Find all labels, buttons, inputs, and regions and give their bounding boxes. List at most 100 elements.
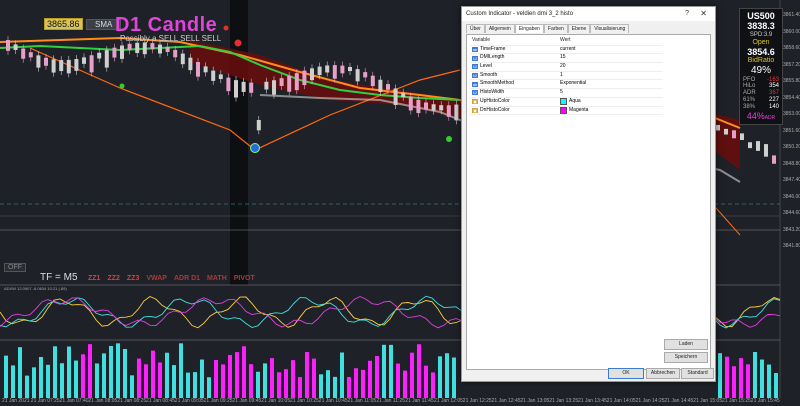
input-value[interactable]: Magenta: [569, 107, 588, 115]
y-tick-label: 3857.20: [783, 61, 800, 68]
info-adr-pct: 44%ADR: [746, 110, 776, 121]
histogram-bar: [732, 366, 736, 398]
x-tick-label: 21 Jan 14:05: [606, 398, 636, 404]
input-value[interactable]: current: [560, 46, 576, 54]
chart-subtitle: Possibly a SELL SELL SELL: [120, 34, 222, 43]
x-tick-label: 21 Jan 15:45: [750, 398, 780, 404]
histogram-bar: [32, 367, 36, 398]
histogram-bar: [88, 344, 92, 398]
off-button[interactable]: OFF: [4, 263, 26, 272]
x-tick-label: 21 Jan 13:25: [549, 398, 579, 404]
tool-zz2[interactable]: ZZ2: [107, 275, 119, 282]
histogram-bar: [11, 365, 15, 398]
histogram-bar: [39, 356, 43, 398]
histogram-bar: [151, 350, 155, 398]
x-tick-label: 21 Jan 09:45: [232, 398, 262, 404]
x-tick-label: 21 Jan 12:45: [491, 398, 521, 404]
dialog-title: Custom Indicator - veldien dmi 3_2 histo: [462, 7, 715, 21]
input-row[interactable]: 12 HistoWidth 5: [470, 89, 663, 98]
histogram-bar: [312, 358, 316, 398]
input-row[interactable]: 12 Level 20: [470, 63, 663, 72]
custom-indicator-dialog: Custom Indicator - veldien dmi 3_2 histo…: [461, 6, 716, 382]
input-row[interactable]: ab TimeFrame current: [470, 46, 663, 55]
dialog-tabs: Über Allgemein Eingaben Farben Ebene Vis…: [466, 24, 630, 33]
histogram-bar: [389, 344, 393, 398]
help-button[interactable]: ?: [685, 7, 689, 21]
tool-math[interactable]: MATH: [207, 275, 227, 282]
load-button[interactable]: Laden: [664, 339, 708, 350]
histogram-bar: [753, 351, 757, 398]
x-tick-label: 21 Jan 13:05: [520, 398, 550, 404]
info-row: ADR 367: [743, 90, 779, 97]
ok-button[interactable]: OK: [608, 368, 644, 379]
x-tick-label: 21 Jan 12:25: [462, 398, 492, 404]
histogram-bar: [445, 353, 449, 398]
tool-vwap[interactable]: VWAP: [146, 275, 167, 282]
cancel-button[interactable]: Abbrechen: [646, 368, 680, 379]
input-row[interactable]: ab SmoothMethod Exponential: [470, 80, 663, 90]
tool-pivot[interactable]: PIVOT: [234, 275, 255, 282]
save-button[interactable]: Speichern: [664, 352, 708, 363]
histogram-bar: [739, 358, 743, 398]
string-type-icon: ab: [472, 47, 478, 53]
histogram-bar: [340, 352, 344, 398]
input-row[interactable]: 12 Smooth 1: [470, 72, 663, 81]
tab-about[interactable]: Über: [466, 24, 485, 33]
candle: [772, 155, 776, 164]
candle: [740, 133, 744, 141]
histogram-bar: [46, 364, 50, 398]
histogram-bar: [305, 352, 309, 398]
input-row[interactable]: ▣ UpHistoColor Aqua: [470, 98, 663, 107]
histogram-bar: [774, 373, 778, 398]
input-value[interactable]: Exponential: [560, 80, 586, 88]
col-value: Wert: [560, 37, 571, 43]
candle: [732, 130, 736, 139]
y-tick-label: 3847.40: [783, 177, 800, 183]
input-row[interactable]: 12 DMILength 15: [470, 54, 663, 64]
y-tick-label: 3861.40: [783, 12, 800, 18]
input-value[interactable]: 5: [560, 89, 563, 97]
histogram-bar: [158, 362, 162, 398]
x-tick-label: 21 Jan 07:25: [30, 398, 60, 404]
y-tick-label: 3851.60: [783, 127, 800, 134]
histogram-bar: [291, 360, 295, 398]
histogram-bar: [200, 359, 204, 398]
color-type-icon: ▣: [472, 99, 478, 105]
histogram-bar: [81, 354, 85, 398]
candle: [748, 142, 752, 149]
histogram-bar: [396, 363, 400, 398]
tool-zz3[interactable]: ZZ3: [127, 275, 139, 282]
histogram-bar: [403, 370, 407, 398]
histogram-bar: [354, 368, 358, 398]
histogram-bar: [144, 364, 148, 398]
tab-visualization[interactable]: Visualisierung: [590, 24, 630, 33]
input-value[interactable]: 20: [560, 63, 566, 71]
x-tick-label: 21 Jan 08:05: [88, 398, 118, 404]
tab-general[interactable]: Allgemein: [484, 24, 515, 33]
y-tick-label: 3843.20: [783, 226, 800, 233]
default-button[interactable]: Standard: [681, 368, 714, 379]
signal-dot-blue: [250, 143, 260, 153]
tab-colors[interactable]: Farben: [543, 24, 568, 33]
input-value[interactable]: 15: [560, 54, 566, 62]
x-tick-label: 21 Jan 07:40: [59, 398, 89, 404]
tool-zz1[interactable]: ZZ1: [88, 275, 100, 282]
input-value[interactable]: Aqua: [569, 98, 581, 106]
input-name: UpHistoColor: [480, 97, 510, 104]
close-button[interactable]: ✕: [700, 7, 707, 21]
histogram-bar: [375, 356, 379, 398]
histogram-bar: [18, 347, 22, 398]
histogram-bar: [60, 363, 64, 398]
input-name: TimeFrame: [480, 45, 506, 52]
tab-levels[interactable]: Ebene: [567, 24, 591, 33]
x-tick-label: 21 Jan 14:25: [635, 398, 665, 404]
tool-adr-d1[interactable]: ADR D1: [174, 275, 200, 282]
info-price: 3838.3: [747, 21, 775, 32]
input-value[interactable]: 1: [560, 72, 563, 80]
input-row[interactable]: ▣ DnHistoColor Magenta: [470, 107, 663, 116]
x-tick-label: 21 Jan 15:25: [722, 398, 751, 404]
x-tick-label: 21 Jan 08:25: [117, 398, 147, 404]
tab-inputs[interactable]: Eingaben: [514, 24, 544, 33]
y-tick-label: 3858.60: [783, 45, 800, 51]
x-tick-label: 21 Jan 13:45: [578, 398, 607, 404]
